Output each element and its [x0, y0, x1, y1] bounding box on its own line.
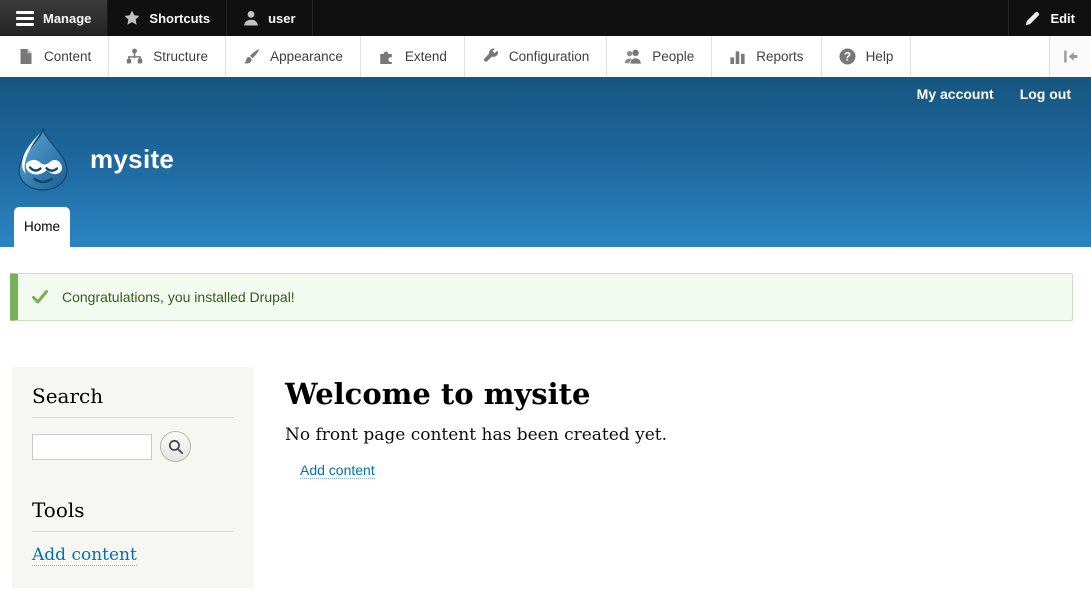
tray-item-structure[interactable]: Structure [109, 36, 226, 77]
tray-item-label: Appearance [270, 49, 343, 64]
pencil-icon [1025, 10, 1041, 26]
node-links: Add content [300, 462, 1051, 480]
page-title: Welcome to mysite [285, 377, 1051, 411]
wrench-icon [482, 48, 499, 65]
tray-item-help[interactable]: ? Help [822, 36, 912, 77]
file-icon [17, 48, 34, 65]
admin-toolbar-tray: Content Structure Appearance Extend Conf… [0, 36, 1091, 77]
toolbar-item-edit[interactable]: Edit [1008, 0, 1091, 36]
tray-item-label: Extend [405, 49, 447, 64]
tray-item-people[interactable]: People [607, 36, 712, 77]
tab-home[interactable]: Home [14, 207, 70, 247]
page-body-text: No front page content has been created y… [285, 425, 1051, 445]
paintbrush-icon [243, 48, 260, 65]
tools-block-title: Tools [32, 498, 234, 532]
tray-orientation-toggle[interactable] [1049, 36, 1091, 77]
tray-item-configuration[interactable]: Configuration [465, 36, 607, 77]
tools-block: Tools Add content [12, 481, 254, 588]
question-icon: ? [839, 48, 856, 65]
collapse-left-icon [1062, 48, 1079, 65]
log-out-link[interactable]: Log out [1020, 86, 1071, 102]
site-name[interactable]: mysite [90, 144, 174, 175]
svg-text:?: ? [844, 52, 851, 64]
tray-item-label: People [652, 49, 694, 64]
tray-spacer [911, 36, 1049, 77]
check-icon [32, 290, 48, 304]
people-icon [624, 48, 642, 65]
tray-item-label: Content [44, 49, 91, 64]
toolbar-item-user-label: user [268, 11, 295, 26]
sitemap-icon [126, 48, 143, 65]
toolbar-item-manage[interactable]: Manage [0, 0, 108, 36]
druplicon-logo[interactable] [12, 127, 74, 191]
status-message: Congratulations, you installed Drupal! [10, 273, 1073, 321]
secondary-menu: My account Log out [917, 86, 1071, 102]
search-form [32, 431, 234, 462]
admin-toolbar-bar: Manage Shortcuts user Edit [0, 0, 1091, 36]
toolbar-item-shortcuts-label: Shortcuts [149, 11, 210, 26]
toolbar-item-edit-label: Edit [1050, 11, 1075, 26]
search-block-title: Search [32, 384, 234, 418]
toolbar-item-shortcuts[interactable]: Shortcuts [108, 0, 227, 36]
person-icon [243, 10, 259, 26]
status-message-text: Congratulations, you installed Drupal! [62, 289, 295, 305]
toolbar-spacer [313, 0, 1009, 36]
tray-item-content[interactable]: Content [0, 36, 109, 77]
tray-item-reports[interactable]: Reports [712, 36, 821, 77]
tray-item-extend[interactable]: Extend [361, 36, 465, 77]
star-icon [124, 10, 140, 26]
toolbar-item-user[interactable]: user [227, 0, 312, 36]
tray-item-label: Reports [756, 49, 803, 64]
toolbar-item-manage-label: Manage [43, 11, 91, 26]
magnifier-icon [168, 439, 184, 455]
tray-item-appearance[interactable]: Appearance [226, 36, 361, 77]
main-content: Welcome to mysite No front page content … [285, 377, 1051, 480]
my-account-link[interactable]: My account [917, 86, 994, 102]
search-button[interactable] [160, 431, 191, 462]
hamburger-icon [16, 11, 34, 26]
add-content-link[interactable]: Add content [300, 462, 375, 479]
puzzle-icon [378, 48, 395, 65]
tray-item-label: Configuration [509, 49, 589, 64]
site-branding: mysite [12, 127, 174, 191]
bar-chart-icon [729, 48, 746, 65]
tray-item-label: Structure [153, 49, 208, 64]
drupal-page: { "toolbar": { "manage_label": "Manage",… [0, 0, 1091, 615]
tools-add-content-link[interactable]: Add content [32, 545, 137, 566]
tray-item-label: Help [866, 49, 894, 64]
site-header: My account Log out mysite Home [0, 77, 1091, 247]
search-input[interactable] [32, 434, 152, 460]
search-block: Search [12, 367, 254, 484]
